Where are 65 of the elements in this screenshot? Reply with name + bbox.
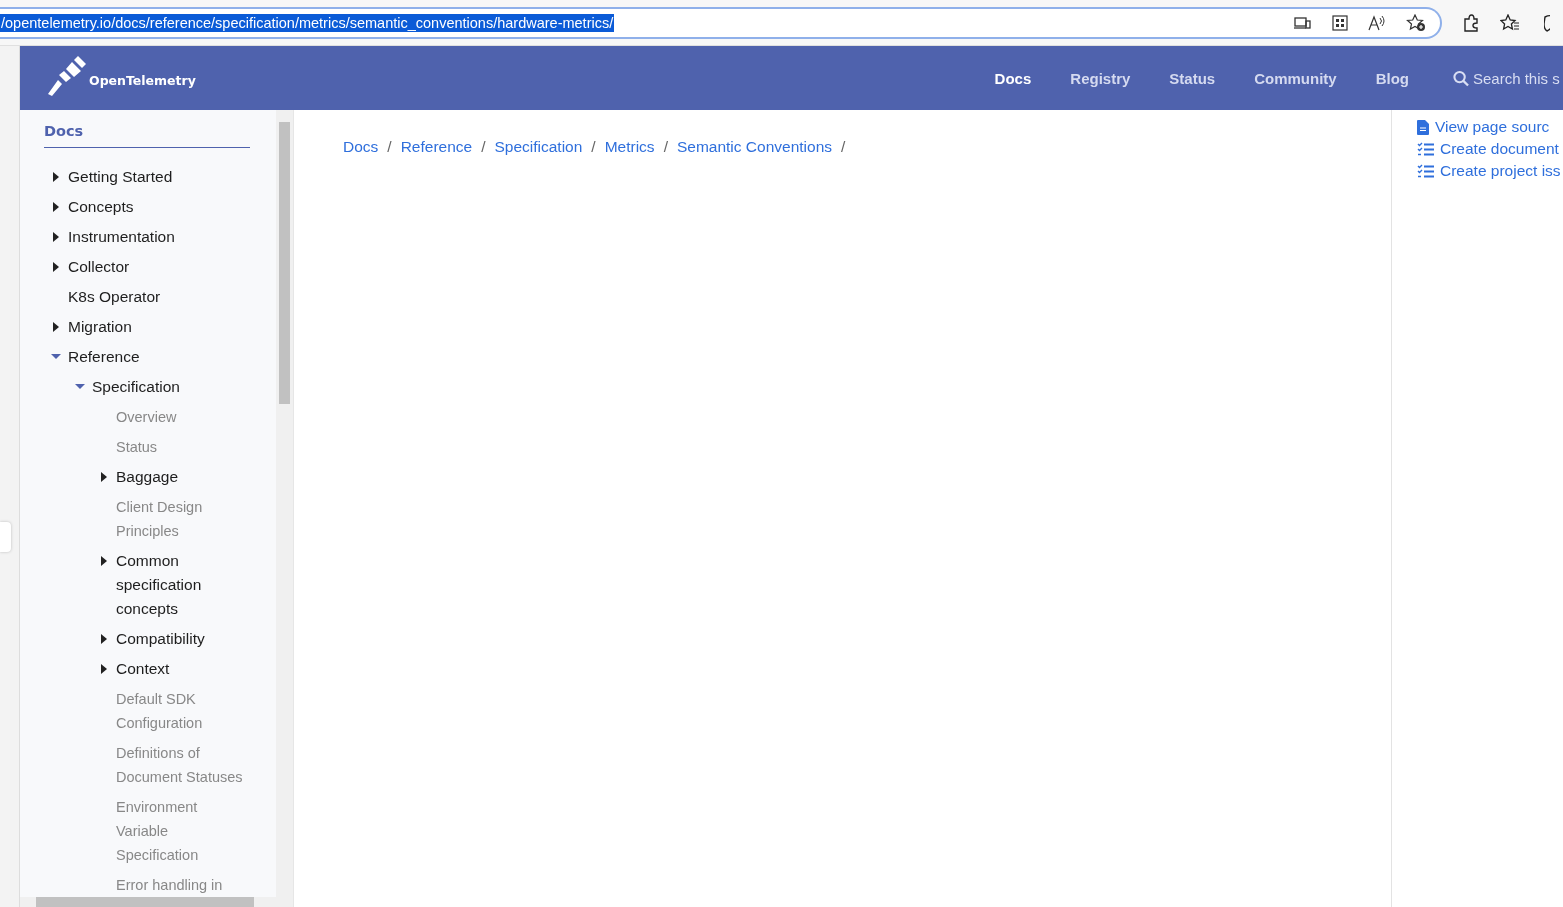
extensions-icon[interactable]: [1462, 13, 1480, 32]
section-link[interactable]: Specification: [92, 375, 224, 399]
breadcrumb-separator: /: [841, 138, 846, 156]
section-link[interactable]: Reference: [68, 345, 238, 369]
section-link[interactable]: Baggage: [116, 465, 250, 489]
breadcrumb-link[interactable]: Docs: [343, 138, 379, 156]
grid-icon[interactable]: [1332, 14, 1348, 31]
page-link[interactable]: Overview: [116, 405, 250, 429]
sidebar-title[interactable]: Docs: [44, 123, 250, 148]
section-link[interactable]: Collector: [68, 255, 238, 279]
nav-link[interactable]: Docs: [994, 69, 1032, 87]
breadcrumb-link[interactable]: Semantic Conventions: [676, 138, 833, 156]
nav-link[interactable]: Community: [1254, 69, 1337, 87]
breadcrumb-link[interactable]: Metrics: [604, 138, 655, 156]
document-icon: [1417, 119, 1429, 135]
device-icon[interactable]: [1294, 15, 1312, 30]
search-icon: [1453, 69, 1469, 87]
nav-link[interactable]: Status: [1169, 69, 1216, 87]
collapsed-caret-icon[interactable]: [53, 262, 59, 272]
expanded-caret-icon[interactable]: [50, 352, 62, 362]
expanded-caret-icon[interactable]: [74, 382, 86, 392]
page-link[interactable]: Environment Variable Specification: [116, 795, 250, 867]
collapsed-caret-icon[interactable]: [53, 322, 59, 332]
section-link[interactable]: Compatibility: [116, 627, 250, 651]
section-link[interactable]: Instrumentation: [68, 225, 238, 249]
collapsed-caret-icon[interactable]: [101, 634, 107, 644]
page-action-link[interactable]: Create project iss: [1440, 162, 1561, 180]
favorite-add-icon[interactable]: [1406, 13, 1426, 32]
search-field[interactable]: Search this s: [1453, 69, 1563, 87]
collapsed-caret-icon[interactable]: [53, 232, 59, 242]
section-link[interactable]: Migration: [68, 315, 238, 339]
favorites-icon[interactable]: [1500, 13, 1520, 32]
vertical-scrollbar[interactable]: [276, 110, 293, 897]
collapsed-caret-icon[interactable]: [101, 664, 107, 674]
page-link[interactable]: Status: [116, 435, 250, 459]
checklist-icon: [1417, 163, 1434, 179]
breadcrumb-separator: /: [481, 138, 486, 156]
url-text: /opentelemetry.io/docs/reference/specification/metrics/semantic_conventions/hardware-metrics/: [0, 13, 615, 32]
breadcrumb-separator: /: [591, 138, 596, 156]
breadcrumb-link[interactable]: Specification: [494, 138, 583, 156]
read-aloud-icon[interactable]: [1368, 14, 1386, 31]
collapsed-caret-icon[interactable]: [101, 556, 107, 566]
address-bar[interactable]: /opentelemetry.io/docs/reference/specification/metrics/semantic_conventions/hardware-metrics/: [0, 6, 1442, 39]
section-link[interactable]: Concepts: [68, 195, 238, 219]
page-link[interactable]: Error handling in: [116, 873, 250, 897]
page-link[interactable]: Definitions of Document Statuses: [116, 741, 250, 789]
section-link[interactable]: K8s Operator: [68, 285, 238, 309]
nav-link[interactable]: Blog: [1375, 69, 1409, 87]
section-link[interactable]: Common specification concepts: [116, 549, 250, 621]
logo-text[interactable]: OpenTelemetry: [89, 73, 196, 88]
page-link[interactable]: Client Design Principles: [116, 495, 250, 543]
page-link[interactable]: Default SDK Configuration: [116, 687, 250, 735]
section-link[interactable]: Getting Started: [68, 165, 238, 189]
collapsed-caret-icon[interactable]: [53, 202, 59, 212]
horizontal-scrollbar[interactable]: [20, 897, 293, 907]
breadcrumb-separator: /: [387, 138, 392, 156]
page-action-link[interactable]: View page sourc: [1435, 118, 1550, 136]
collapsed-caret-icon[interactable]: [101, 472, 107, 482]
nav-link[interactable]: Registry: [1070, 69, 1131, 87]
collapsed-caret-icon[interactable]: [53, 172, 59, 182]
page-action-link[interactable]: Create document: [1440, 140, 1559, 158]
section-link[interactable]: Context: [116, 657, 250, 681]
breadcrumb-separator: /: [663, 138, 668, 156]
checklist-icon: [1417, 141, 1434, 157]
breadcrumb-link[interactable]: Reference: [400, 138, 473, 156]
